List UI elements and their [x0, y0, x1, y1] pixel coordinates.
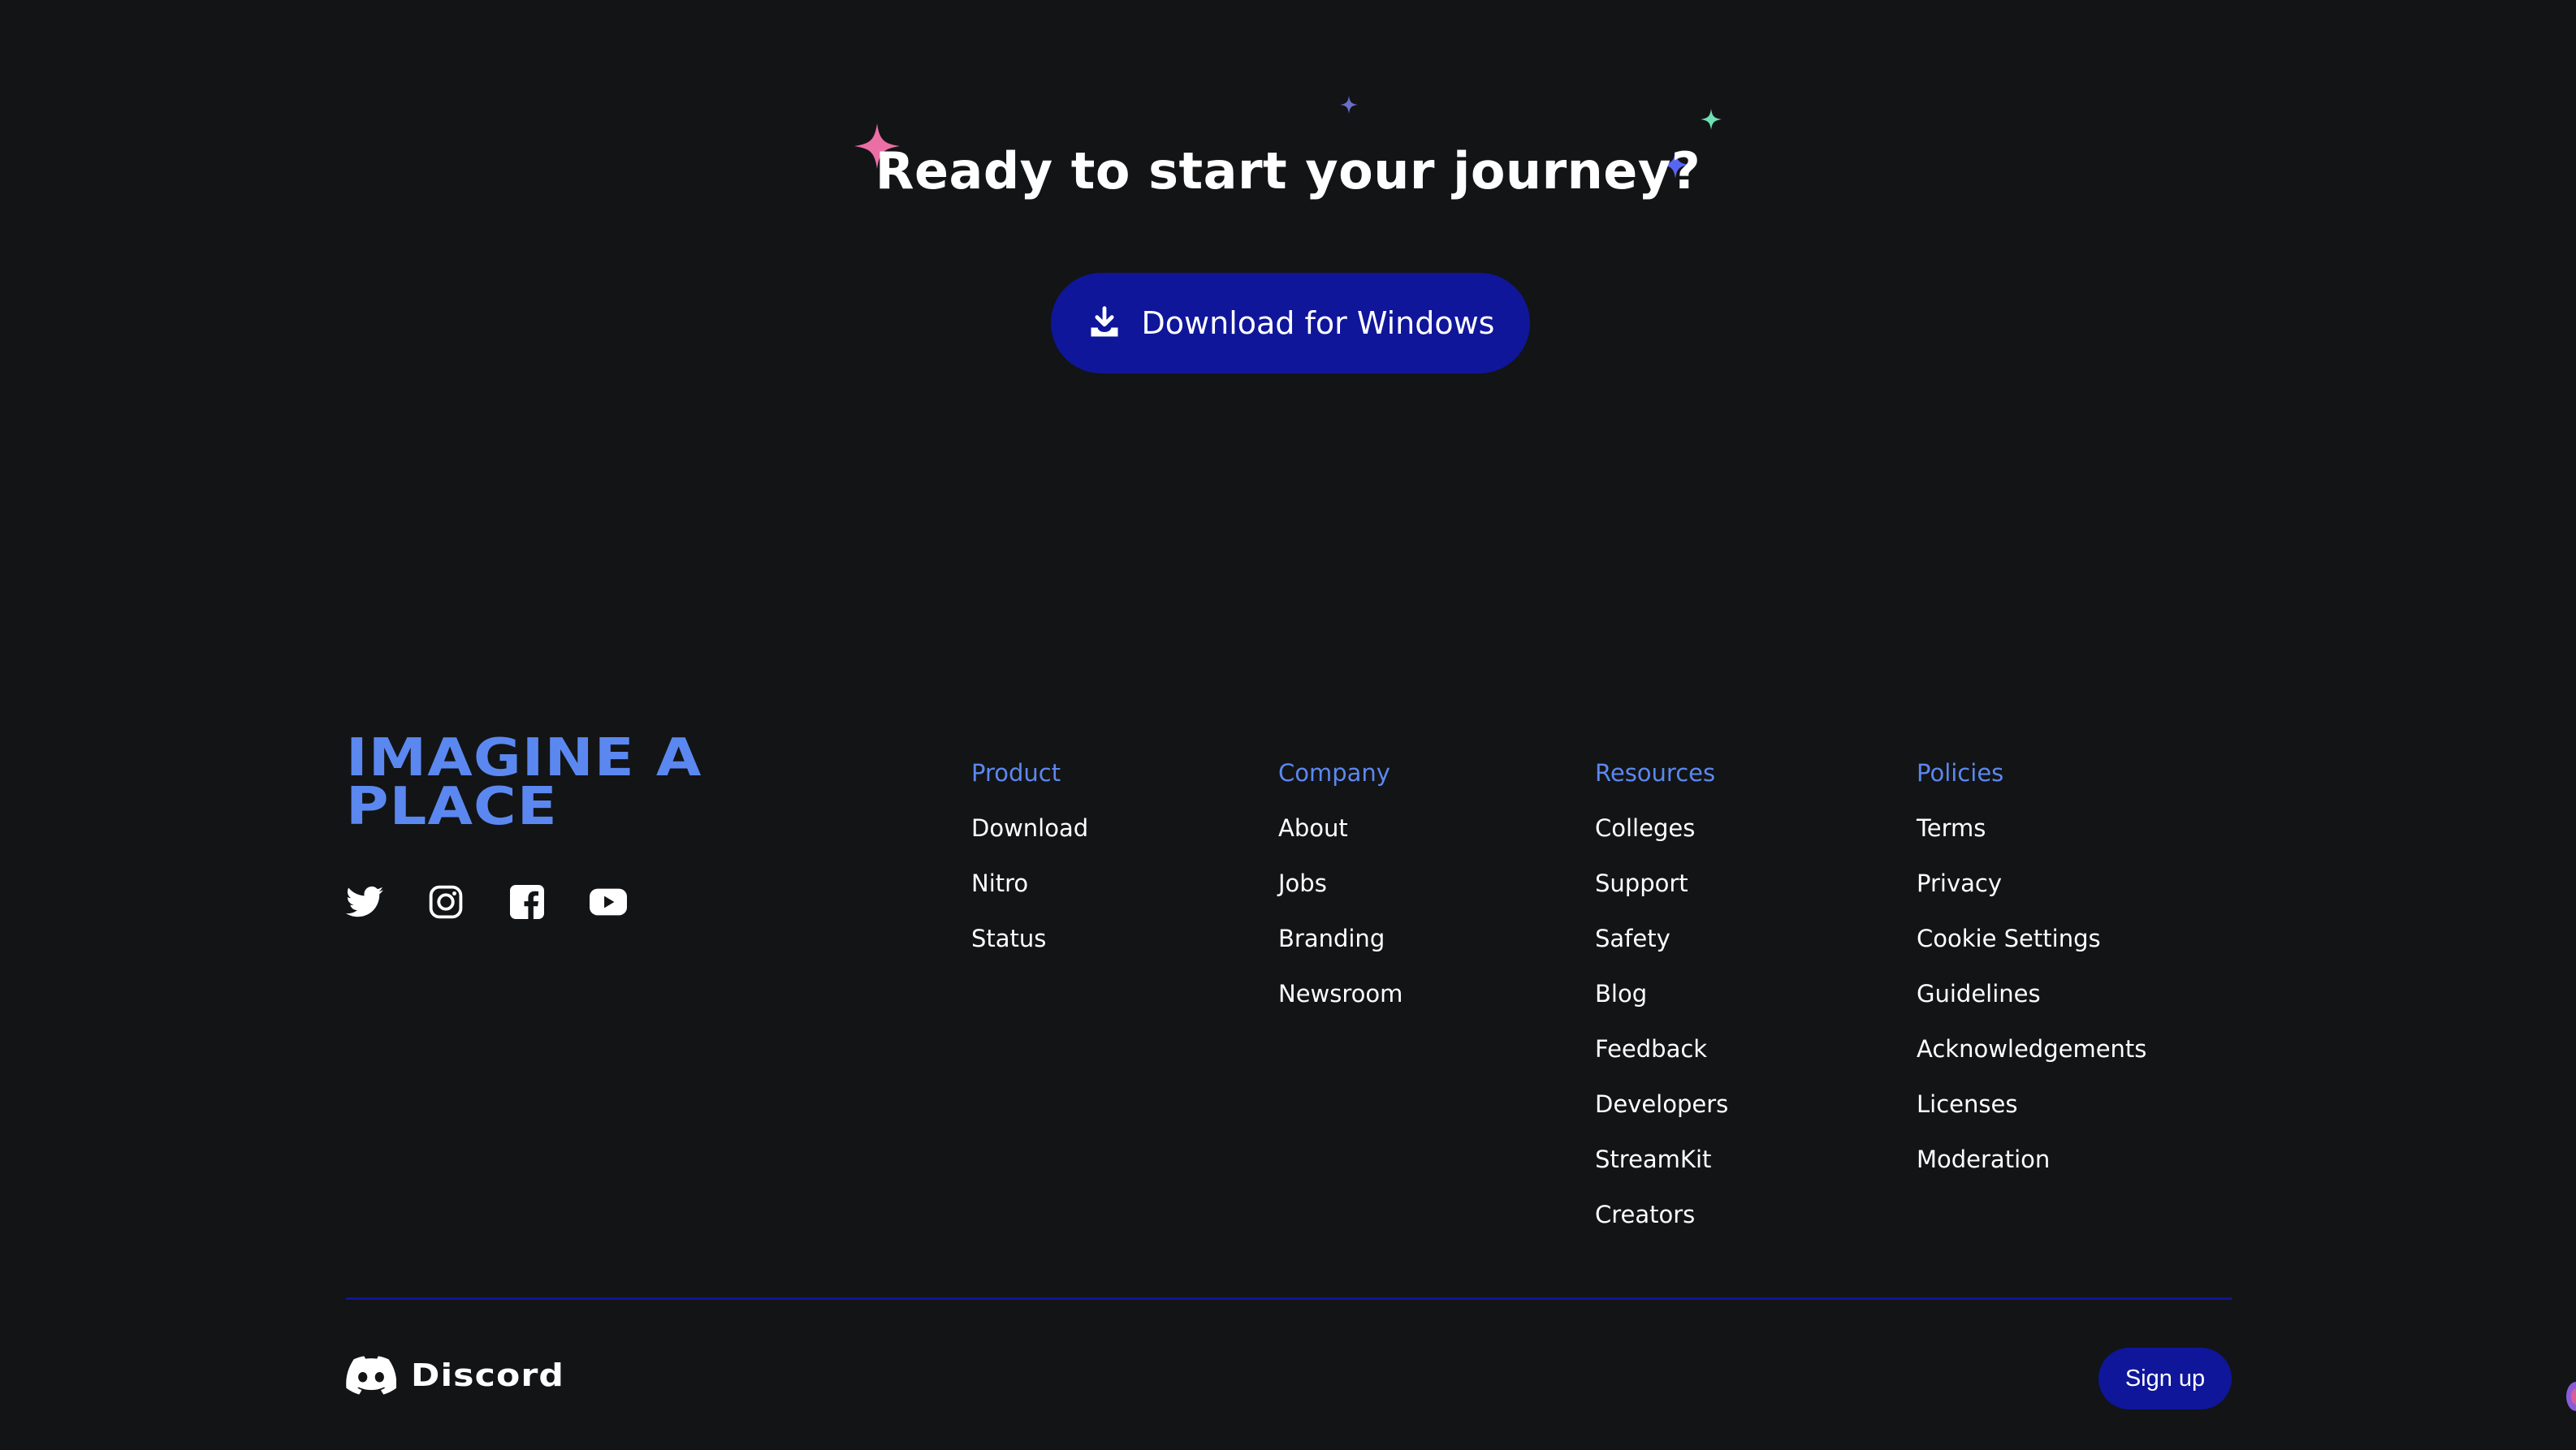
footer-link-blog[interactable]: Blog: [1595, 977, 1728, 1010]
decorative-blob-icon: [2566, 1382, 2576, 1411]
brand-slogan-line-1: IMAGINE A: [346, 728, 702, 788]
brand-slogan-line-2: PLACE: [346, 777, 558, 837]
footer-link-guidelines[interactable]: Guidelines: [1917, 977, 2146, 1010]
footer-divider: [346, 1297, 2232, 1300]
column-heading-policies: Policies: [1917, 759, 2004, 787]
column-heading-company: Company: [1278, 759, 1390, 787]
footer-link-terms[interactable]: Terms: [1917, 812, 2146, 844]
discord-wordmark: Discord: [411, 1357, 565, 1393]
footer-link-streamkit[interactable]: StreamKit: [1595, 1143, 1728, 1176]
discord-logo-icon: [346, 1356, 396, 1395]
footer-link-support[interactable]: Support: [1595, 867, 1728, 900]
footer-link-newsroom[interactable]: Newsroom: [1278, 977, 1403, 1010]
footer-column-product: Product Download Nitro Status: [971, 757, 1088, 977]
footer-link-safety[interactable]: Safety: [1595, 922, 1728, 955]
column-heading-product: Product: [971, 759, 1061, 787]
footer-link-nitro[interactable]: Nitro: [971, 867, 1088, 900]
sparkle-small-purple-icon: [1340, 96, 1358, 114]
footer-column-resources: Resources Colleges Support Safety Blog F…: [1595, 757, 1728, 1254]
discord-home-link[interactable]: Discord: [346, 1356, 564, 1395]
social-links: [346, 883, 627, 921]
twitter-icon[interactable]: [346, 883, 383, 921]
footer-link-cookie-settings[interactable]: Cookie Settings: [1917, 922, 2146, 955]
footer-column-policies: Policies Terms Privacy Cookie Settings G…: [1917, 757, 2146, 1198]
youtube-icon[interactable]: [590, 883, 627, 921]
instagram-icon[interactable]: [427, 883, 465, 921]
facebook-icon[interactable]: [508, 883, 546, 921]
download-for-windows-button[interactable]: Download for Windows: [1051, 273, 1530, 373]
brand-slogan: IMAGINE A PLACE: [346, 728, 728, 837]
cta-heading: Ready to start your journey?: [875, 141, 1701, 201]
download-button-label: Download for Windows: [1141, 305, 1495, 341]
footer-link-feedback[interactable]: Feedback: [1595, 1033, 1728, 1065]
footer-link-moderation[interactable]: Moderation: [1917, 1143, 2146, 1176]
footer-link-licenses[interactable]: Licenses: [1917, 1088, 2146, 1120]
footer-column-company: Company About Jobs Branding Newsroom: [1278, 757, 1403, 1033]
sparkle-teal-icon: [1701, 109, 1722, 130]
footer-link-creators[interactable]: Creators: [1595, 1198, 1728, 1231]
footer-link-download[interactable]: Download: [971, 812, 1088, 844]
footer-link-privacy[interactable]: Privacy: [1917, 867, 2146, 900]
column-heading-resources: Resources: [1595, 759, 1716, 787]
footer-link-acknowledgements[interactable]: Acknowledgements: [1917, 1033, 2146, 1065]
footer-link-colleges[interactable]: Colleges: [1595, 812, 1728, 844]
download-icon: [1091, 306, 1118, 337]
footer-link-about[interactable]: About: [1278, 812, 1403, 844]
sign-up-button[interactable]: Sign up: [2098, 1348, 2232, 1409]
footer-link-status[interactable]: Status: [971, 922, 1088, 955]
footer-link-developers[interactable]: Developers: [1595, 1088, 1728, 1120]
footer-link-jobs[interactable]: Jobs: [1278, 867, 1403, 900]
footer-link-branding[interactable]: Branding: [1278, 922, 1403, 955]
